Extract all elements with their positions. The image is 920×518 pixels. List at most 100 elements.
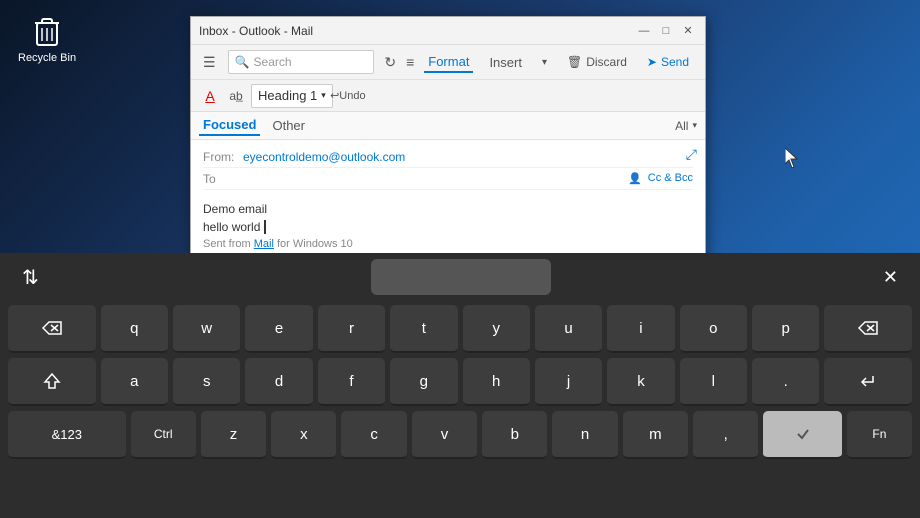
recycle-bin-icon: [26, 10, 68, 52]
key-c[interactable]: c: [341, 411, 406, 459]
key-period[interactable]: .: [752, 358, 819, 406]
discard-button[interactable]: 🗑 Discard: [559, 53, 635, 71]
keyboard-row-2: a s d f g h j k l .: [8, 358, 912, 406]
key-n[interactable]: n: [552, 411, 617, 459]
key-s[interactable]: s: [173, 358, 240, 406]
tab-other[interactable]: Other: [268, 115, 309, 136]
symbols-key[interactable]: &123: [8, 411, 126, 459]
expand-icon[interactable]: ⤢: [686, 146, 697, 163]
filter-chevron: ▾: [692, 120, 697, 131]
keyboard-row-1: q w e r t y u i o p: [8, 305, 912, 353]
key-t[interactable]: t: [390, 305, 457, 353]
key-w[interactable]: w: [173, 305, 240, 353]
email-fields: From: eyecontroldemo@outlook.com To 👤 Cc…: [191, 140, 705, 196]
keyboard-rows: q w e r t y u i o p: [0, 301, 920, 518]
to-field-row[interactable]: To 👤 Cc & Bcc: [203, 168, 693, 190]
recycle-bin-label: Recycle Bin: [18, 52, 76, 64]
filter-dropdown[interactable]: All ▾: [675, 119, 697, 133]
fn-key[interactable]: Fn: [847, 411, 912, 459]
tab-insert-chevron[interactable]: ▾: [538, 55, 551, 70]
key-o[interactable]: o: [680, 305, 747, 353]
discard-icon: 🗑: [567, 55, 582, 69]
key-i[interactable]: i: [607, 305, 674, 353]
key-k[interactable]: k: [607, 358, 674, 406]
search-box[interactable]: 🔍 Search: [228, 50, 375, 74]
key-r[interactable]: r: [318, 305, 385, 353]
highlighted-key[interactable]: [763, 411, 841, 459]
field-actions: 👤 Cc & Bcc: [628, 172, 693, 185]
refresh-icon[interactable]: ↻: [382, 52, 398, 73]
key-m[interactable]: m: [623, 411, 688, 459]
contact-icon[interactable]: 👤: [628, 172, 642, 185]
recycle-bin[interactable]: Recycle Bin: [18, 10, 76, 64]
email-body-text: hello world: [203, 220, 260, 234]
key-comma[interactable]: ,: [693, 411, 758, 459]
heading-select[interactable]: Heading 1 ▾: [251, 84, 333, 108]
email-signature: Sent from Mail for Windows 10: [203, 238, 693, 250]
key-f[interactable]: f: [318, 358, 385, 406]
backspace-left-key[interactable]: [8, 305, 96, 353]
toolbar-icons: ↻ ≡: [382, 52, 416, 73]
title-controls: — □ ✕: [635, 23, 697, 39]
font-color-button[interactable]: A: [199, 85, 221, 107]
key-a[interactable]: a: [101, 358, 168, 406]
email-body: Demo email hello world Sent from Mail fo…: [191, 196, 705, 256]
enter-key[interactable]: [824, 358, 912, 406]
text-cursor: [260, 220, 265, 234]
key-p[interactable]: p: [752, 305, 819, 353]
toolbar-area: ☰ 🔍 Search ↻ ≡ Format Insert ▾ 🗑: [191, 45, 705, 112]
keyboard-area: ⇅ ✕ q w e r t y u i o p: [0, 253, 920, 518]
filter-icon[interactable]: ≡: [404, 52, 416, 72]
space-key[interactable]: [371, 259, 551, 295]
search-placeholder: Search: [254, 55, 292, 69]
close-button[interactable]: ✕: [679, 23, 697, 39]
maximize-button[interactable]: □: [657, 23, 675, 39]
format-toolbar: A ab̲ Heading 1 ▾ ↩ Undo: [191, 79, 705, 111]
tab-focused[interactable]: Focused: [199, 115, 260, 136]
key-l[interactable]: l: [680, 358, 747, 406]
key-v[interactable]: v: [412, 411, 477, 459]
email-content[interactable]: hello world: [203, 220, 693, 234]
key-b[interactable]: b: [482, 411, 547, 459]
title-bar: Inbox - Outlook - Mail — □ ✕: [191, 17, 705, 45]
filter-label: All: [675, 119, 688, 133]
key-y[interactable]: y: [463, 305, 530, 353]
text-highlight-button[interactable]: ab̲: [225, 85, 247, 107]
heading-chevron: ▾: [321, 90, 326, 101]
sub-toolbar: Focused Other All ▾: [191, 112, 705, 140]
search-icon: 🔍: [235, 55, 250, 69]
from-field-row: From: eyecontroldemo@outlook.com: [203, 146, 693, 168]
ctrl-key[interactable]: Ctrl: [131, 411, 196, 459]
key-x[interactable]: x: [271, 411, 336, 459]
key-g[interactable]: g: [390, 358, 457, 406]
backspace-right-key[interactable]: [824, 305, 912, 353]
key-e[interactable]: e: [245, 305, 312, 353]
tab-format[interactable]: Format: [424, 52, 473, 73]
keyboard-close-button[interactable]: ✕: [873, 261, 908, 294]
key-z[interactable]: z: [201, 411, 266, 459]
space-key-container: [49, 259, 873, 295]
key-h[interactable]: h: [463, 358, 530, 406]
key-u[interactable]: u: [535, 305, 602, 353]
cc-bcc-label[interactable]: Cc & Bcc: [648, 172, 693, 185]
minimize-button[interactable]: —: [635, 23, 653, 39]
shift-key[interactable]: [8, 358, 96, 406]
key-q[interactable]: q: [101, 305, 168, 353]
mail-link[interactable]: Mail: [254, 238, 274, 250]
key-j[interactable]: j: [535, 358, 602, 406]
tab-group: Format Insert ▾: [424, 52, 551, 73]
key-d[interactable]: d: [245, 358, 312, 406]
window-title: Inbox - Outlook - Mail: [199, 24, 313, 38]
hamburger-icon[interactable]: ☰: [199, 52, 220, 73]
action-buttons: 🗑 Discard ➤ Send: [559, 53, 697, 71]
send-label: Send: [661, 55, 689, 69]
keyboard-sort-icon[interactable]: ⇅: [12, 259, 49, 296]
email-subject: Demo email: [203, 202, 693, 216]
send-icon: ➤: [647, 55, 657, 69]
keyboard-top-bar: ⇅ ✕: [0, 253, 920, 301]
send-button[interactable]: ➤ Send: [639, 53, 697, 71]
to-label: To: [203, 172, 243, 186]
undo-button[interactable]: ↩ Undo: [337, 85, 359, 107]
tab-insert[interactable]: Insert: [485, 53, 526, 72]
discard-label: Discard: [586, 55, 627, 69]
